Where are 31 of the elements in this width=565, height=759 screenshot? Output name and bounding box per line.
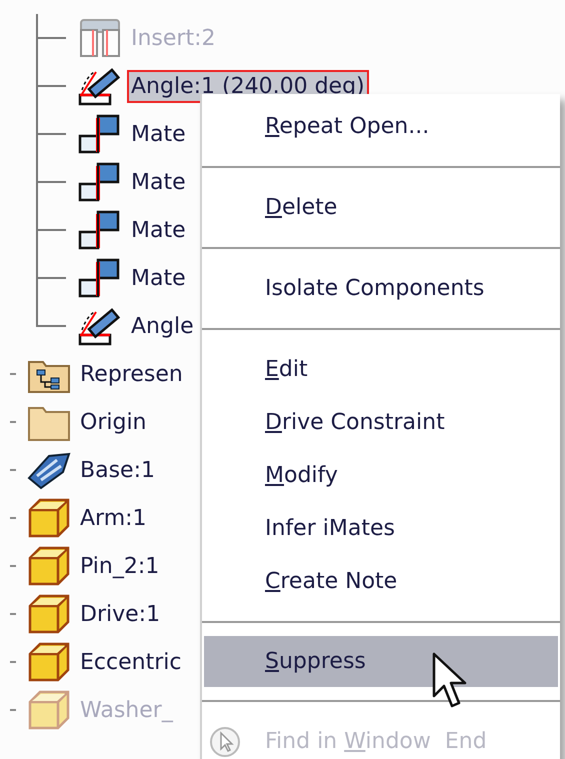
menu-item[interactable]: Create Note: [204, 555, 558, 608]
menu-item[interactable]: Delete: [204, 181, 558, 234]
tree-item[interactable]: Origin: [76, 406, 150, 438]
tree-item[interactable]: Pin_2:1: [76, 550, 164, 582]
mate-icon: [78, 208, 122, 252]
insert-icon: [78, 16, 122, 60]
tree-item[interactable]: Mate: [127, 262, 190, 294]
menu-item[interactable]: Edit: [204, 343, 558, 396]
tree-item[interactable]: Represen: [76, 358, 187, 390]
menu-item[interactable]: Isolate Components: [204, 262, 558, 315]
cube-icon: [27, 544, 71, 588]
menu-item[interactable]: Suppress: [204, 636, 558, 687]
mate-icon: [78, 256, 122, 300]
tree-item[interactable]: Base:1: [76, 454, 159, 486]
tree-item[interactable]: Mate: [127, 214, 190, 246]
menu-item[interactable]: Modify: [204, 449, 558, 502]
menu-item[interactable]: Repeat Open...: [204, 100, 558, 153]
tree-item[interactable]: Mate: [127, 118, 190, 150]
cube-icon: [27, 688, 71, 732]
cube-icon: [27, 592, 71, 636]
menu-item[interactable]: Infer iMates: [204, 502, 558, 555]
mate-icon: [78, 112, 122, 156]
tree-item[interactable]: Drive:1: [76, 598, 164, 630]
mate-icon: [78, 160, 122, 204]
cube-icon: [27, 640, 71, 684]
tree-item[interactable]: Mate: [127, 166, 190, 198]
tree-item[interactable]: Eccentric: [76, 646, 186, 678]
tree-item[interactable]: Angle: [127, 310, 198, 342]
cube-icon: [27, 496, 71, 540]
menu-item[interactable]: Drive Constraint: [204, 396, 558, 449]
tree-item[interactable]: Arm:1: [76, 502, 151, 534]
